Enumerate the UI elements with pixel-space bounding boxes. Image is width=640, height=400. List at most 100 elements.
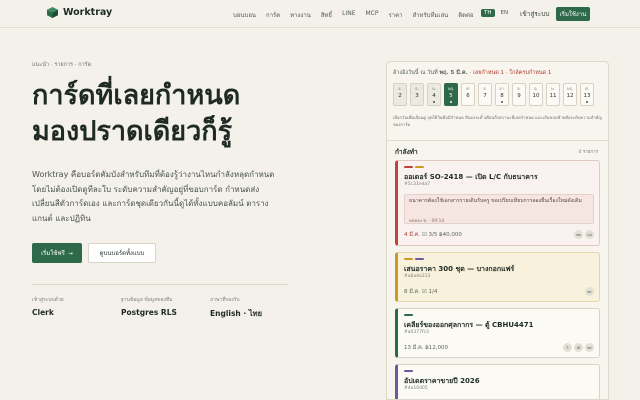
day-cell[interactable]: จ. 9: [512, 83, 526, 106]
start-free-button[interactable]: เริ่มใช้ฟรี →: [32, 243, 82, 263]
due-soon-count: ใกล้ครบกำหนด 1: [509, 70, 552, 76]
tag-chip: [404, 258, 413, 260]
day-cell[interactable]: ศ. 6: [461, 83, 475, 106]
nav-item[interactable]: ติดต่อ: [458, 10, 473, 20]
lang-en[interactable]: EN: [498, 9, 512, 17]
due-dot-icon: [433, 101, 435, 103]
avatar[interactable]: ณิ: [574, 343, 583, 352]
day-cell[interactable]: ส. 7: [478, 83, 492, 106]
nav-item[interactable]: LINE: [342, 10, 355, 20]
day-cell[interactable]: จ. 2: [393, 83, 407, 106]
stat-label: เข้าสู่ระบบด้วย: [32, 297, 64, 303]
nav-item[interactable]: MCP: [366, 10, 379, 20]
task-card[interactable]: เสนอราคา 300 ชุด — บางกอกแฟร์ #a6a4e213 …: [395, 252, 600, 302]
card-tags: [404, 166, 424, 168]
tag-chip: [404, 314, 413, 316]
stat-label: ภาษาที่รองรับ: [210, 297, 240, 303]
day-number: 3: [415, 93, 419, 99]
avatar[interactable]: วิ: [563, 343, 572, 352]
day-name: พ.: [432, 86, 436, 91]
card-tags: [404, 370, 413, 372]
card-stats: ☑ 3/5 ฿40,000: [421, 232, 462, 238]
view-board-button[interactable]: ดูบนบอร์ดทั้งแบบ: [88, 243, 156, 263]
day-cell[interactable]: พ. 11: [546, 83, 560, 106]
divider: [32, 284, 288, 285]
stat-value: English · ไทย: [210, 309, 262, 318]
column-title: กำลังทำ: [395, 148, 418, 156]
brand[interactable]: Worktray: [47, 7, 112, 18]
card-due-date: 4 มี.ค.: [404, 232, 421, 238]
tag-chip: [404, 370, 413, 372]
card-assignees: พธ ฉป: [574, 230, 594, 239]
card-id: #a6a4e213: [404, 274, 431, 279]
day-cell[interactable]: ศ. 13: [580, 83, 594, 106]
title-line-2: มองปราดเดียวก็รู้: [32, 116, 233, 147]
avatar[interactable]: ฉป: [585, 230, 594, 239]
tag-chip: [415, 258, 424, 260]
day-number: 5: [449, 93, 453, 99]
day-number: 11: [549, 93, 557, 99]
task-card[interactable]: เคลียร์ของออกศุลกากร — ตู้ CBHU4471 #a03…: [395, 308, 600, 358]
tag-chip: [415, 166, 424, 168]
card-meta: 13 มี.ค. ฿12,000: [404, 345, 449, 351]
start-free-label: เริ่มใช้ฟรี: [41, 250, 65, 257]
lang-th[interactable]: TH: [481, 9, 495, 17]
nav-item[interactable]: การ์ด: [266, 10, 280, 20]
avatar[interactable]: พธ: [574, 230, 583, 239]
divider: [387, 140, 608, 141]
language-switch: TH EN: [481, 9, 511, 17]
reference-date: พฤ. 5 มี.ค.: [439, 70, 468, 76]
main-nav: บอนบอน การ์ด ทางงาน สิทธิ์ LINE MCP ราคา…: [233, 10, 474, 20]
login-link[interactable]: เข้าสู่ระบบ: [520, 9, 550, 19]
logo-icon: [47, 7, 58, 18]
day-cell[interactable]: พ. 4: [427, 83, 441, 106]
board-preview-panel: อ้างอิงวันนี้ ณ วันที่ พฤ. 5 มี.ค. · เลย…: [386, 61, 609, 400]
card-assignees: วิ ณิ พร: [563, 343, 594, 352]
day-strip: จ. 2 อ. 3 พ. 4 พฤ. 5 ศ. 6 ส. 7 อา. 8 จ. 9 อ. 10 พ. 11 พฤ. 12 ศ…: [393, 83, 594, 106]
brand-name: Worktray: [63, 7, 113, 18]
overdue-count: เลยกำหนด 1: [472, 70, 505, 76]
day-cell[interactable]: พฤ. 12: [563, 83, 577, 106]
stat-auth: เข้าสู่ระบบด้วย Clerk: [32, 296, 64, 317]
card-id: #a0377fc3: [404, 330, 429, 335]
nav-item[interactable]: สิทธิ์: [321, 10, 332, 20]
day-name: อ.: [534, 86, 538, 91]
comment-meta: ทดลอง ซ. · 09:14: [409, 219, 445, 224]
day-name: ศ.: [585, 86, 589, 91]
tag-chip: [404, 166, 413, 168]
day-today[interactable]: พฤ. 5: [444, 83, 458, 106]
day-cell[interactable]: อ. 10: [529, 83, 543, 106]
panel-note: เลือกวันเพื่อเลื่อนดู จุดใต้วันคือมีกำหน…: [393, 115, 602, 127]
title-line-1: การ์ดที่เลยกำหนด: [32, 80, 241, 111]
nav-item[interactable]: ทางงาน: [290, 10, 311, 20]
day-name: ส.: [483, 86, 487, 91]
nav-item[interactable]: ราคา: [388, 10, 402, 20]
day-number: 8: [500, 93, 504, 99]
day-name: พ.: [551, 86, 555, 91]
reference-label: อ้างอิงวันนี้ ณ วันที่: [393, 70, 438, 76]
day-number: 10: [532, 93, 540, 99]
day-name: จ.: [398, 86, 402, 91]
avatar[interactable]: พร: [585, 343, 594, 352]
due-dot-icon: [501, 101, 503, 103]
arrow-right-icon: →: [67, 249, 73, 257]
task-card[interactable]: อัปเดตราคาขายปี 2026 #4e10d05: [395, 364, 600, 399]
card-tags: [404, 314, 413, 316]
avatar[interactable]: ศร: [585, 287, 594, 296]
day-number: 7: [483, 93, 487, 99]
card-tags: [404, 258, 424, 260]
card-meta: 8 มี.ค. ☑ 1/4: [404, 289, 438, 295]
card-assignees: ศร: [585, 287, 594, 296]
start-button[interactable]: เริ่มใช้งาน: [556, 7, 590, 21]
day-cell[interactable]: อ. 3: [410, 83, 424, 106]
card-id: #5c31eda7: [404, 182, 431, 187]
card-comment: ธนาคารต้องใช้เอกสารรายเดินรับครู ขอเปรีย…: [404, 194, 594, 224]
task-card[interactable]: ออเดอร์ SO-2418 — เปิด L/C กับธนาคาร #5c…: [395, 160, 600, 246]
nav-item[interactable]: สำหรับทีมเล่น: [412, 10, 448, 20]
day-number: 9: [517, 93, 521, 99]
stat-languages: ภาษาที่รองรับ English · ไทย: [210, 296, 262, 320]
due-dot-icon: [450, 101, 452, 103]
stat-database: ฐานข้อมูล ข้อมูลของทีม Postgres RLS: [121, 296, 177, 317]
day-cell[interactable]: อา. 8: [495, 83, 509, 106]
nav-item[interactable]: บอนบอน: [233, 10, 256, 20]
